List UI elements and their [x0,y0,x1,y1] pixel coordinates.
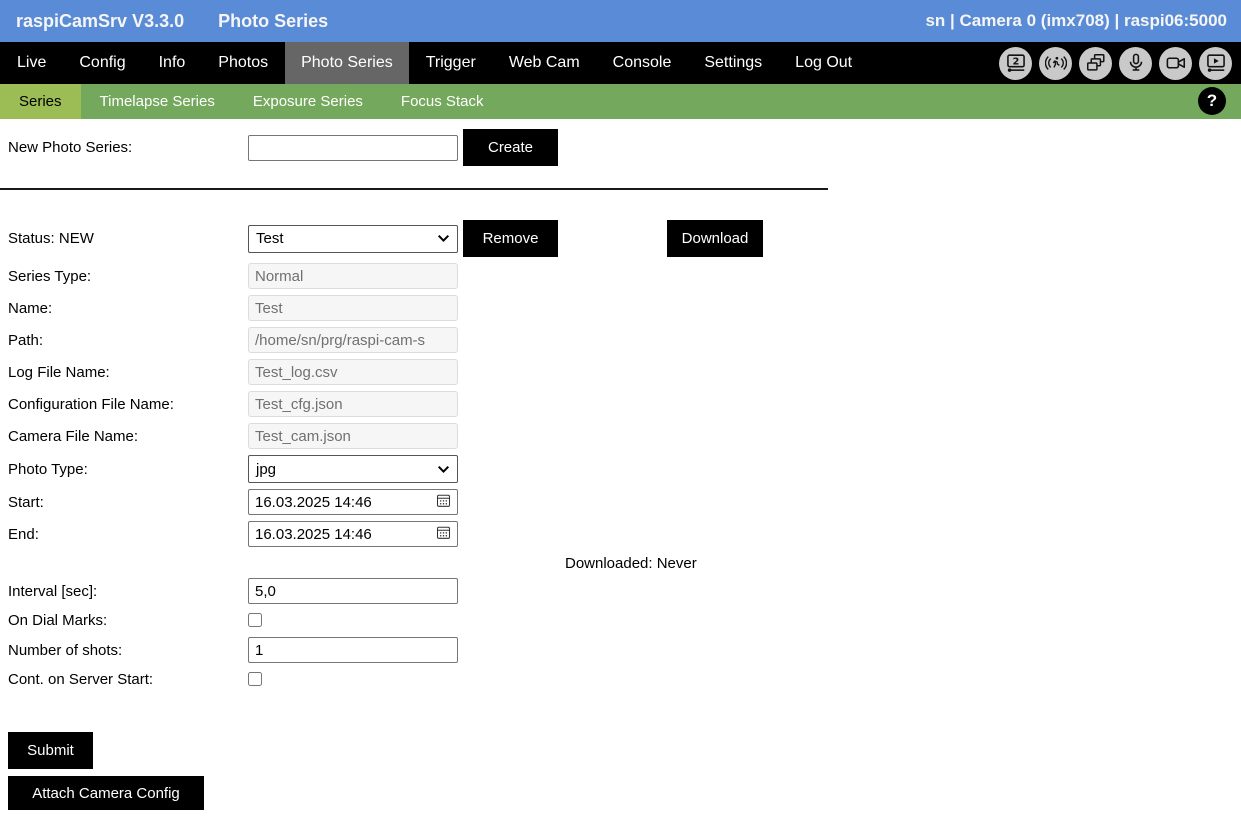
help-button[interactable]: ? [1198,87,1226,115]
cont-on-server-start-label: Cont. on Server Start: [8,671,248,688]
log-file-name-label: Log File Name: [8,364,248,381]
name-label: Name: [8,300,248,317]
start-datetime-input[interactable]: 16.03.2025 14:46 [248,489,458,515]
new-photo-series-label: New Photo Series: [8,139,248,156]
photo-series-button[interactable] [1079,47,1112,80]
app-title: raspiCamSrv V3.3.0 [16,11,184,32]
create-button[interactable]: Create [463,129,558,166]
tab-series[interactable]: Series [0,84,81,119]
nav-item-photo-series[interactable]: Photo Series [285,42,409,84]
log-file-name-field [248,359,458,385]
start-datetime-value: 16.03.2025 14:46 [255,494,372,511]
nav-item-live[interactable]: Live [1,42,62,84]
microphone-icon [1125,52,1147,74]
series-type-field [248,263,458,289]
camera-file-name-label: Camera File Name: [8,428,248,445]
sub-nav: Series Timelapse Series Exposure Series … [0,84,1241,119]
cont-on-server-start-checkbox[interactable] [248,672,262,686]
stream-player-button[interactable] [1199,47,1232,80]
number-of-shots-label: Number of shots: [8,642,248,659]
remove-button[interactable]: Remove [463,220,558,257]
end-datetime-value: 16.03.2025 14:46 [255,526,372,543]
calendar-icon [436,525,451,544]
submit-button[interactable]: Submit [8,732,93,769]
title-bar: raspiCamSrv V3.3.0 Photo Series sn | Cam… [0,0,1241,42]
nav-item-settings[interactable]: Settings [688,42,778,84]
tab-timelapse-series[interactable]: Timelapse Series [81,84,234,119]
tab-exposure-series[interactable]: Exposure Series [234,84,382,119]
configuration-file-name-field [248,391,458,417]
series-type-label: Series Type: [8,268,248,285]
main-nav: Live Config Info Photos Photo Series Tri… [0,42,1241,84]
nav-item-trigger[interactable]: Trigger [410,42,492,84]
video-camera-button[interactable] [1159,47,1192,80]
status-icons: 2 [999,42,1241,84]
path-label: Path: [8,332,248,349]
series-select-value: Test [256,230,284,247]
number-of-shots-input[interactable] [248,637,458,663]
download-button[interactable]: Download [667,220,763,257]
downloaded-status: Downloaded: Never [565,555,1241,572]
photo-type-label: Photo Type: [8,461,248,478]
motion-detection-button[interactable] [1039,47,1072,80]
status-label: Status: NEW [8,230,248,247]
end-datetime-input[interactable]: 16.03.2025 14:46 [248,521,458,547]
stream-player-icon [1205,52,1227,74]
tab-focus-stack[interactable]: Focus Stack [382,84,503,119]
start-label: Start: [8,494,248,511]
chevron-down-icon [437,230,450,247]
display-2-icon: 2 [1005,52,1027,74]
new-photo-series-input[interactable] [248,135,458,161]
name-field [248,295,458,321]
nav-item-info[interactable]: Info [143,42,202,84]
photo-type-select[interactable]: jpg [248,455,458,483]
session-info: sn | Camera 0 (imx708) | raspi06:5000 [925,11,1227,31]
svg-text:2: 2 [1012,56,1019,67]
nav-item-photos[interactable]: Photos [202,42,284,84]
on-dial-marks-label: On Dial Marks: [8,612,248,629]
display-2-button[interactable]: 2 [999,47,1032,80]
video-camera-icon [1165,52,1187,74]
photo-series-icon [1085,52,1107,74]
nav-item-config[interactable]: Config [63,42,141,84]
nav-item-web-cam[interactable]: Web Cam [493,42,596,84]
motion-detection-icon [1045,52,1067,74]
end-label: End: [8,526,248,543]
camera-file-name-field [248,423,458,449]
nav-item-console[interactable]: Console [597,42,688,84]
configuration-file-name-label: Configuration File Name: [8,396,248,413]
page-title: Photo Series [218,11,328,32]
chevron-down-icon [437,461,450,478]
microphone-button[interactable] [1119,47,1152,80]
photo-type-value: jpg [256,461,276,478]
interval-input[interactable] [248,578,458,604]
nav-item-log-out[interactable]: Log Out [779,42,868,84]
section-divider [0,188,828,190]
on-dial-marks-checkbox[interactable] [248,613,262,627]
calendar-icon [436,493,451,512]
path-field [248,327,458,353]
photo-series-form: New Photo Series: Create Status: NEW Tes… [0,119,1241,810]
interval-label: Interval [sec]: [8,583,248,600]
attach-camera-config-button[interactable]: Attach Camera Config [8,776,204,810]
series-select[interactable]: Test [248,225,458,253]
